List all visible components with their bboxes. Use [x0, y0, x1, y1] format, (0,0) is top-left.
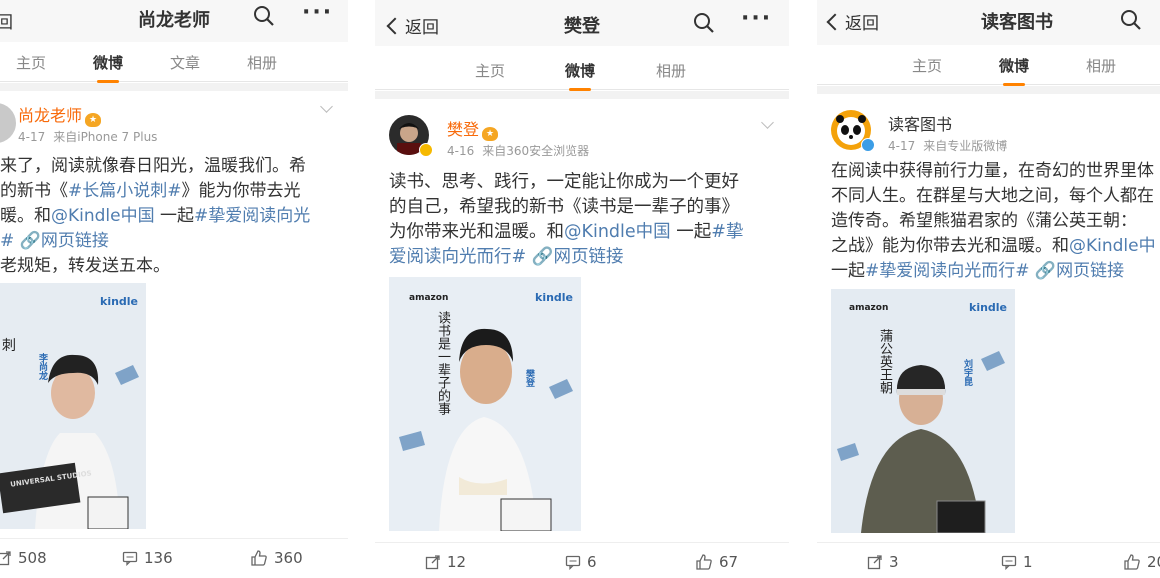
poster-title: 蒲公英王朝 — [877, 329, 892, 394]
action-bar: 3 1 20 — [817, 542, 1160, 578]
comment-button[interactable]: 136 — [122, 549, 173, 567]
page-title: 樊登 — [564, 16, 600, 37]
panel-left: 回 尚龙老师 ··· 主页 微博 文章 相册 尚龙老师 ★ 4-17 来自iPhon… — [0, 0, 348, 578]
tab-weibo[interactable]: 微博 — [93, 52, 123, 83]
tab-articles[interactable]: 文章 — [170, 52, 200, 73]
vip-crown-icon: ★ — [482, 127, 499, 141]
avatar[interactable] — [0, 103, 16, 143]
author-name[interactable]: 樊登 ★ — [447, 116, 499, 141]
topic-link[interactable]: #挚 — [711, 222, 743, 242]
tab-home[interactable]: 主页 — [475, 60, 505, 81]
verified-badge-icon — [419, 143, 433, 157]
repost-button[interactable]: 12 — [425, 553, 466, 571]
chevron-down-icon[interactable] — [320, 100, 333, 113]
topic-link[interactable]: # — [0, 231, 14, 251]
topic-link[interactable]: #挚爱阅读向光 — [194, 206, 310, 226]
topic-link[interactable]: 爱阅读向光而行# — [389, 247, 526, 267]
repost-icon — [867, 555, 882, 570]
post-meta: 4-17 来自iPhone 7 Plus — [18, 130, 158, 144]
comment-icon — [122, 551, 138, 566]
repost-icon — [0, 551, 11, 566]
web-link[interactable]: 🔗网页链接 — [14, 231, 109, 251]
comment-icon — [1001, 555, 1017, 570]
panel-right: 返回 读客图书 主页 微博 相册 读客图书 4-17 来自专业版微博 在阅读中获得… — [817, 0, 1160, 578]
web-link[interactable]: 🔗网页链接 — [526, 247, 624, 267]
post-text: 在阅读中获得前行力量，在奇幻的世界里体 不同人生。在群星与大地之间，每个人都在 … — [831, 161, 1156, 281]
verified-badge-icon — [861, 138, 875, 152]
post-meta: 4-17 来自专业版微博 — [888, 139, 1008, 153]
web-link[interactable]: 🔗网页链接 — [1030, 261, 1124, 281]
kindle-logo: kindle — [969, 301, 1008, 314]
like-button[interactable]: 67 — [695, 553, 738, 571]
poster-author: 李尚龙 — [37, 353, 47, 380]
mention-link[interactable]: @Kindle中国 — [51, 206, 155, 226]
thumbs-up-icon — [696, 554, 712, 570]
post-image[interactable]: amazon kindle 读书是一辈子的事 樊登 — [389, 277, 581, 531]
poster-title: 刺 — [2, 338, 16, 354]
divider — [375, 91, 789, 99]
amazon-logo: amazon — [849, 303, 889, 313]
thumbs-up-icon — [1124, 554, 1140, 570]
mention-link[interactable]: @Kindle中 — [1069, 236, 1156, 256]
poster-art — [0, 283, 146, 529]
chevron-down-icon[interactable] — [761, 116, 774, 129]
divider — [817, 86, 1160, 94]
poster-art — [389, 277, 581, 531]
panel-middle: 返回 樊登 ··· 主页 微博 相册 樊登 ★ 4-16 来自360安全浏览器 读书… — [375, 0, 789, 578]
nav-bar: 回 尚龙老师 ··· — [0, 0, 348, 46]
poster-art — [831, 289, 1015, 533]
action-bar: 508 136 360 — [0, 538, 348, 578]
comment-button[interactable]: 1 — [1001, 553, 1033, 571]
profile-tabs: 主页 微博 相册 — [375, 50, 789, 91]
nav-bar: 返回 读客图书 — [817, 0, 1160, 46]
search-icon[interactable] — [253, 5, 275, 27]
topic-link[interactable]: #挚爱阅读向光而行# — [865, 261, 1030, 281]
more-icon[interactable]: ··· — [302, 0, 333, 25]
repost-button[interactable]: 3 — [867, 553, 899, 571]
post-meta: 4-16 来自360安全浏览器 — [447, 144, 590, 158]
more-icon[interactable]: ··· — [741, 6, 772, 31]
post-image[interactable]: kindle 刺 李尚龙 UNIVERSAL STUDIOS — [0, 283, 146, 529]
topic-link[interactable]: #长篇小说刺# — [68, 181, 182, 201]
thumbs-up-icon — [251, 550, 267, 566]
tab-home[interactable]: 主页 — [16, 52, 46, 73]
repost-button[interactable]: 508 — [0, 549, 47, 567]
search-icon[interactable] — [1120, 9, 1142, 31]
profile-tabs: 主页 微博 相册 — [817, 45, 1160, 86]
action-bar: 12 6 67 — [375, 542, 789, 578]
amazon-logo: amazon — [409, 293, 449, 303]
kindle-logo: kindle — [100, 295, 139, 308]
like-button[interactable]: 360 — [250, 549, 303, 567]
tab-album[interactable]: 相册 — [1086, 55, 1116, 76]
tab-album[interactable]: 相册 — [656, 60, 686, 81]
post-image[interactable]: amazon kindle 蒲公英王朝 刘宇昆 — [831, 289, 1015, 533]
page-title: 尚龙老师 — [138, 10, 210, 31]
poster-author: 樊登 — [524, 369, 534, 387]
tab-album[interactable]: 相册 — [247, 52, 277, 73]
tab-home[interactable]: 主页 — [912, 55, 942, 76]
nav-bar: 返回 樊登 ··· — [375, 0, 789, 46]
comment-button[interactable]: 6 — [565, 553, 597, 571]
tab-weibo[interactable]: 微博 — [565, 60, 595, 91]
profile-tabs: 主页 微博 文章 相册 — [0, 42, 348, 83]
author-name[interactable]: 尚龙老师 ★ — [18, 102, 102, 127]
like-button[interactable]: 20 — [1123, 553, 1160, 571]
post-text: 来了，阅读就像春日阳光，温暖我们。希 的新书《#长篇小说刺#》能为你带去光 暖。… — [0, 156, 311, 276]
tab-weibo[interactable]: 微博 — [999, 55, 1029, 86]
page-title: 读客图书 — [981, 12, 1053, 33]
repost-icon — [425, 555, 440, 570]
poster-title: 读书是一辈子的事 — [435, 311, 450, 415]
post-text: 读书、思考、践行，一定能让你成为一个更好 的自己，希望我的新书《读书是一辈子的事… — [389, 172, 744, 267]
mention-link[interactable]: @Kindle中国 — [564, 222, 671, 242]
search-icon[interactable] — [693, 12, 715, 34]
comment-icon — [565, 555, 581, 570]
poster-author: 刘宇昆 — [962, 359, 972, 386]
vip-crown-icon: ★ — [85, 113, 102, 127]
divider — [0, 83, 348, 91]
author-name[interactable]: 读客图书 — [888, 111, 952, 135]
kindle-logo: kindle — [535, 291, 574, 304]
